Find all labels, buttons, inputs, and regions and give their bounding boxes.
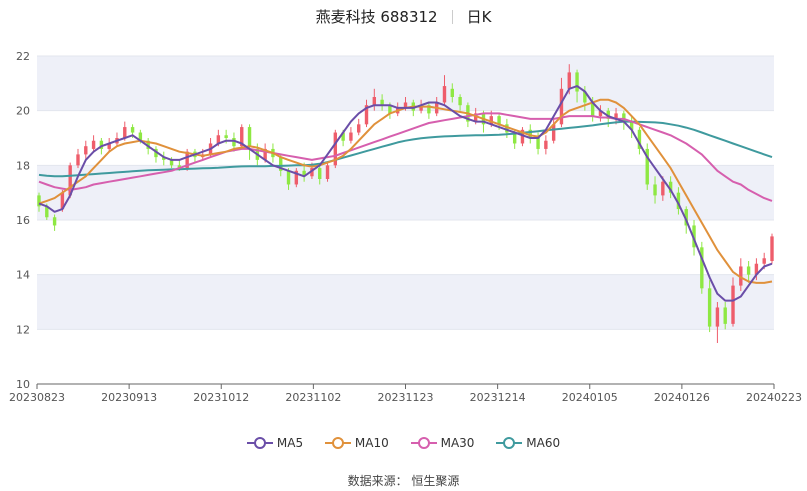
x-tick-label: 20230823 [9,391,65,404]
candle-body [224,135,228,138]
candlestick-chart: 10 12 14 16 18 20 22 20230823 20230913 20231012 20… [9,50,802,404]
candle-body [544,140,548,149]
candle-body [746,266,751,275]
candle-body [91,140,96,149]
legend-item-ma30[interactable]: MA30 [410,436,475,450]
candle-body [567,72,571,89]
candle-body [715,307,720,327]
legend-swatch-ma5 [246,437,273,449]
legend-swatch-ma30 [410,437,437,449]
x-tick-label: 20240126 [654,391,710,404]
legend-swatch-ma10 [324,437,351,449]
candle-body [130,127,135,133]
y-tick-label: 20 [16,105,30,118]
candle-body [762,258,766,264]
candle-body [770,236,774,261]
candle-body [575,72,579,92]
candle-body [84,146,88,155]
candle-body [318,168,322,179]
x-tick-label: 20230913 [101,391,157,404]
candle-body [247,127,252,147]
grid-band [37,274,774,330]
y-tick-label: 10 [16,378,30,391]
x-tick-label: 20231214 [470,391,526,404]
legend-label-ma10: MA10 [354,436,389,450]
candle-body [661,181,665,196]
candle-body [536,138,540,149]
candle-body [653,184,657,196]
legend: MA5 MA10 MA30 MA60 [0,436,807,450]
x-tick-label: 20231012 [193,391,249,404]
candle-body [349,132,353,141]
candle-body [731,285,735,324]
legend-item-ma60[interactable]: MA60 [496,436,560,450]
candle-body [372,97,377,106]
candle-body [707,288,712,327]
candle-body [52,217,57,226]
legend-swatch-ma60 [496,437,523,449]
y-tick-label: 14 [16,269,30,282]
data-source: 数据来源： 恒生聚源 [347,474,460,488]
candle-body [450,88,454,97]
x-tick-label: 20231102 [285,391,341,404]
y-tick-label: 18 [16,159,30,172]
candle-body [286,170,291,185]
candle-body [458,97,462,106]
candle-body [357,124,361,133]
candle-body [723,307,727,324]
x-tick-label: 20240105 [562,391,618,404]
legend-label-ma5: MA5 [276,436,304,450]
candle-body [76,154,80,166]
legend-item-ma10[interactable]: MA10 [324,436,389,450]
y-tick-label: 22 [16,50,30,63]
legend-label-ma60: MA60 [526,436,561,450]
y-tick-label: 12 [16,323,30,336]
candle-body [442,86,447,103]
x-tick-label: 20240223 [746,391,802,404]
x-tick-label: 20231123 [378,391,434,404]
legend-item-ma5[interactable]: MA5 [246,436,304,450]
y-tick-label: 16 [16,214,30,227]
candle-body [325,165,330,179]
legend-label-ma30: MA30 [440,436,475,450]
candle-body [123,127,127,138]
